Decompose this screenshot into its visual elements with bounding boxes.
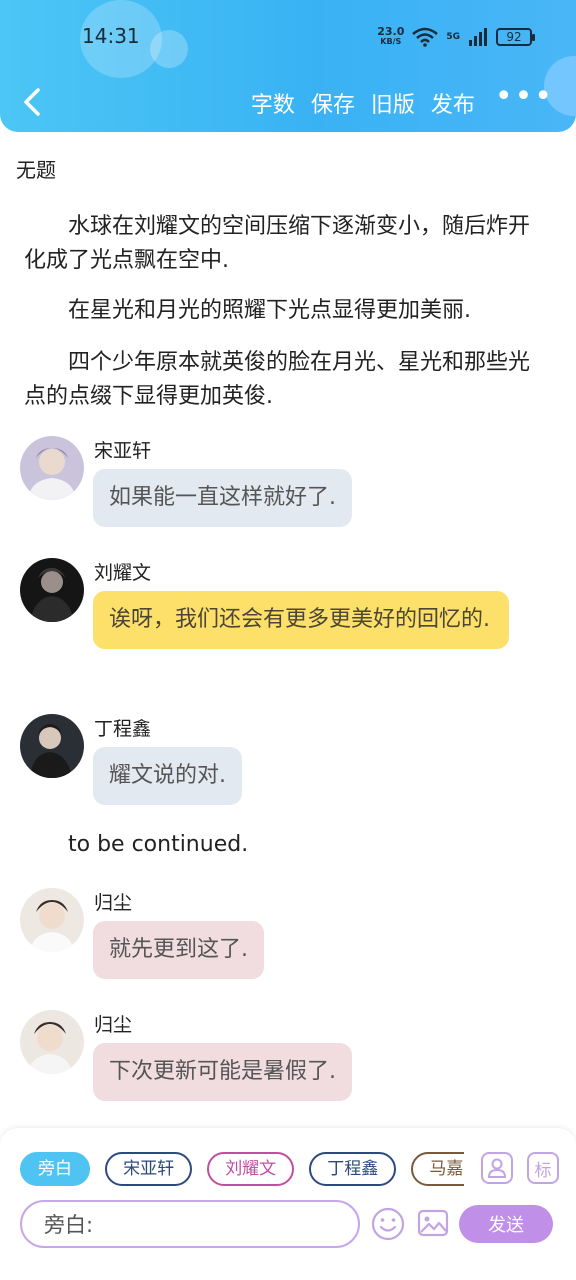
- message-input[interactable]: 旁白:: [20, 1200, 360, 1248]
- chat-message: 归尘 下次更新可能是暑假了.: [20, 1010, 550, 1110]
- message-bubble[interactable]: 诶呀，我们还会有更多更美好的回忆的.: [93, 591, 509, 649]
- avatar: [20, 558, 84, 622]
- net-speed-value: 23.0: [377, 25, 405, 38]
- avatar: [20, 714, 84, 778]
- net-speed-unit: KB/S: [380, 37, 402, 46]
- smiley-icon: [371, 1207, 405, 1241]
- character-manage-button[interactable]: [481, 1152, 513, 1184]
- decor-bubble: [150, 30, 188, 68]
- wifi-icon: [412, 27, 439, 47]
- chat-message: 刘耀文 诶呀，我们还会有更多更美好的回忆的.: [20, 558, 550, 694]
- message-bubble[interactable]: 如果能一直这样就好了.: [93, 469, 352, 527]
- avatar: [20, 436, 84, 500]
- narration-text: to be continued.: [68, 832, 249, 857]
- character-chip[interactable]: 丁程鑫: [309, 1152, 397, 1186]
- status-icons: 23.0 KB/S 5G 92: [377, 24, 535, 50]
- character-selector: 旁白 宋亚轩 刘耀文 丁程鑫 马嘉祺: [20, 1152, 464, 1188]
- speaker-name: 归尘: [94, 1014, 133, 1036]
- chat-message: 宋亚轩 如果能一直这样就好了.: [20, 436, 550, 536]
- message-bubble[interactable]: 就先更到这了.: [93, 921, 264, 979]
- chat-message: 丁程鑫 耀文说的对.: [20, 714, 550, 814]
- message-bubble[interactable]: 下次更新可能是暑假了.: [93, 1043, 352, 1101]
- more-options-icon[interactable]: •••: [495, 82, 554, 112]
- character-chip[interactable]: 马嘉祺: [411, 1152, 464, 1186]
- character-chip[interactable]: 宋亚轩: [105, 1152, 193, 1186]
- image-button[interactable]: [416, 1206, 450, 1240]
- status-time: 14:31: [82, 24, 140, 48]
- save-button[interactable]: 保存: [311, 87, 355, 119]
- signal-icon: [469, 28, 487, 46]
- speaker-name: 宋亚轩: [94, 440, 152, 462]
- image-icon: [417, 1209, 449, 1237]
- story-title: 无题: [16, 158, 56, 182]
- top-app-bar: 14:31 23.0 KB/S 5G 92 字数 保存 旧版 发布 •••: [0, 0, 576, 132]
- message-bubble[interactable]: 耀文说的对.: [93, 747, 242, 805]
- avatar: [20, 1010, 84, 1074]
- speaker-name: 刘耀文: [94, 562, 152, 584]
- network-type: 5G: [446, 32, 460, 42]
- character-chip-narrator[interactable]: 旁白: [20, 1152, 90, 1186]
- mark-button[interactable]: 标: [527, 1152, 559, 1184]
- avatar: [20, 888, 84, 952]
- battery-level: 92: [506, 30, 522, 44]
- publish-button[interactable]: 发布: [431, 87, 475, 119]
- old-version-button[interactable]: 旧版: [371, 87, 415, 119]
- speaker-name: 丁程鑫: [94, 718, 152, 740]
- speaker-name: 归尘: [94, 892, 133, 914]
- person-icon: [487, 1158, 507, 1178]
- send-button[interactable]: 发送: [459, 1205, 553, 1243]
- character-chip[interactable]: 刘耀文: [207, 1152, 295, 1186]
- top-actions: 字数 保存 旧版 发布 •••: [235, 82, 554, 122]
- narration-paragraph: 在星光和月光的照耀下光点显得更加美丽.: [68, 298, 471, 323]
- narration-paragraph: 四个少年原本就英俊的脸在月光、星光和那些光点的点缀下显得更加英俊.: [24, 350, 531, 409]
- battery-icon: 92: [496, 28, 535, 46]
- emoji-button[interactable]: [370, 1206, 406, 1242]
- net-speed: 23.0 KB/S: [377, 25, 405, 47]
- chevron-left-icon: [24, 88, 40, 116]
- back-button[interactable]: [14, 82, 50, 122]
- narration-paragraph: 水球在刘耀文的空间压缩下逐渐变小，随后炸开化成了光点飘在空中.: [24, 214, 531, 273]
- word-count-button[interactable]: 字数: [251, 87, 295, 119]
- chat-message: 归尘 就先更到这了.: [20, 888, 550, 988]
